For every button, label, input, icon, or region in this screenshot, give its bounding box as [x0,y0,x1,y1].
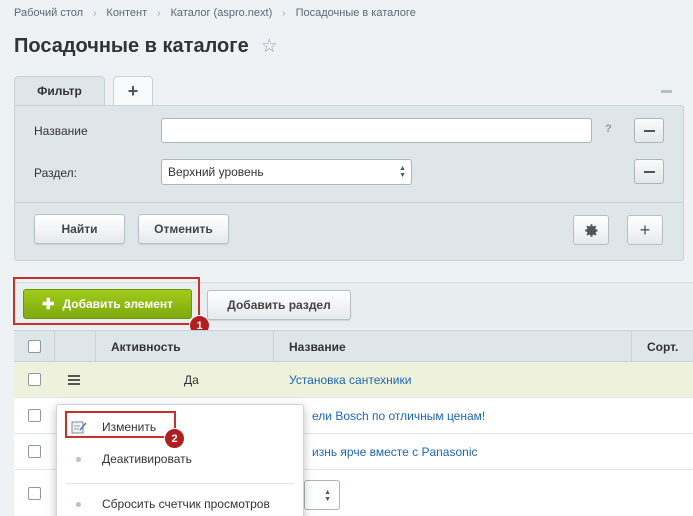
section-select[interactable]: Верхний уровень ▲ ▼ [161,159,412,185]
tab-filter[interactable]: Фильтр [14,76,105,105]
breadcrumb-item-desktop[interactable]: Рабочий стол [14,7,83,19]
breadcrumb-separator-icon: › [93,7,97,19]
bullet-icon [76,457,81,462]
find-button[interactable]: Найти [34,214,125,244]
menu-divider [66,483,294,484]
table-row[interactable]: Да Установка сантехники [14,362,693,398]
row-name-link[interactable]: ели Bosch по отличным ценам! [312,409,485,423]
section-field-label: Раздел: [34,166,77,180]
breadcrumb-item-content[interactable]: Контент [106,7,147,19]
row-name-link[interactable]: изнь ярче вместе с Panasonic [312,445,478,459]
minus-icon [643,129,655,132]
row-checkbox[interactable] [28,373,41,386]
select-all-cell [14,331,55,362]
minus-icon [643,170,655,173]
annotation-badge-2: 2 [164,428,185,449]
table-header: Активность Название Сорт. [14,330,693,362]
help-icon[interactable]: ? [605,123,612,135]
select-arrows-icon: ▲ ▼ [324,489,331,503]
name-input[interactable] [161,118,592,143]
settings-button[interactable] [573,215,609,245]
page-size-select[interactable]: ▲ ▼ [304,480,340,510]
row-checkbox[interactable] [28,445,41,458]
gear-icon [584,223,597,237]
add-filter-tab-button[interactable]: + [113,76,153,105]
breadcrumb-item-current: Посадочные в каталоге [295,7,416,19]
star-icon[interactable]: ☆ [261,35,278,58]
menu-item-deactivate-label: Деактивировать [102,452,192,466]
row-activity: Да [184,373,199,387]
row-checkbox[interactable] [28,487,41,500]
minimize-icon[interactable] [661,90,672,93]
breadcrumb: Рабочий стол › Контент › Каталог (aspro.… [14,5,416,21]
page-title-row: Посадочные в каталоге ☆ [14,35,278,58]
remove-section-field-button[interactable] [634,159,664,184]
menu-item-deactivate[interactable]: Деактивировать [57,446,303,472]
section-select-value: Верхний уровень [168,165,264,179]
add-field-button[interactable]: + [627,215,663,245]
remove-name-field-button[interactable] [634,118,664,143]
row-name-link[interactable]: Установка сантехники [289,373,411,387]
row-menu-icon[interactable] [68,375,80,387]
bullet-icon [76,502,81,507]
cancel-button[interactable]: Отменить [138,214,229,244]
add-section-button[interactable]: Добавить раздел [207,290,351,320]
annotation-highlight-add-element [13,277,200,325]
breadcrumb-separator-icon: › [282,7,286,19]
divider [15,202,683,203]
plus-icon: + [639,219,651,240]
select-arrows-icon: ▲ ▼ [399,165,406,179]
breadcrumb-separator-icon: › [157,7,161,19]
select-all-checkbox[interactable] [27,340,41,353]
page-title: Посадочные в каталоге [14,35,249,57]
filter-tabs: Фильтр + [14,76,153,105]
actions-column-header [55,331,96,362]
menu-item-reset-views-label: Сбросить счетчик просмотров [102,497,270,511]
breadcrumb-item-catalog[interactable]: Каталог (aspro.next) [171,7,273,19]
row-checkbox[interactable] [28,409,41,422]
column-header-activity[interactable]: Активность [96,331,274,362]
menu-item-reset-views[interactable]: Сбросить счетчик просмотров [57,491,303,516]
column-header-name[interactable]: Название [274,331,632,362]
filter-panel: Название ? Раздел: Верхний уровень ▲ ▼ На… [14,105,684,261]
column-header-sort[interactable]: Сорт. [632,331,693,362]
name-field-label: Название [34,124,88,138]
annotation-highlight-edit [65,411,176,438]
